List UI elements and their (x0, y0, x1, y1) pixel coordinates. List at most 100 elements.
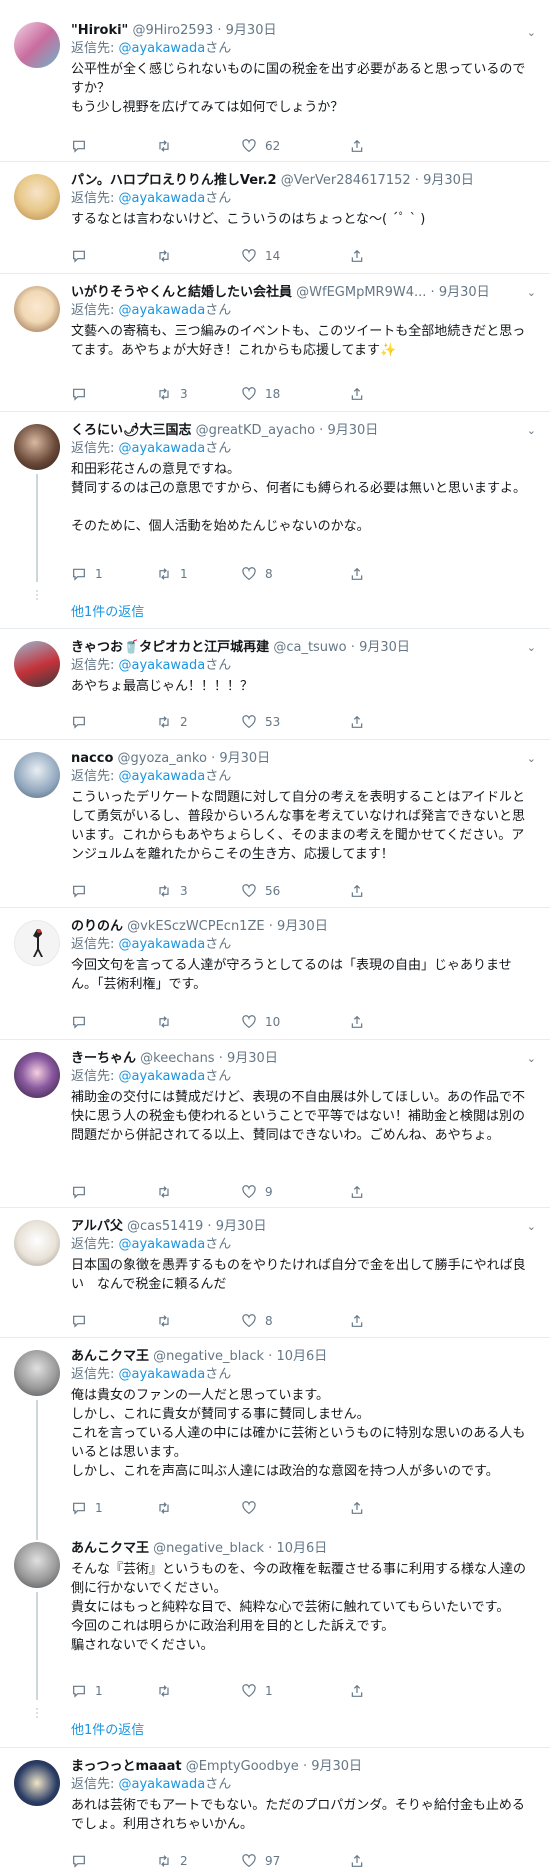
timestamp[interactable]: 9月30日 (216, 1219, 267, 1234)
reply-button[interactable] (71, 1012, 95, 1032)
avatar[interactable] (14, 1052, 60, 1098)
tweet[interactable]: あんこクマ王 @negative_black · 10月6日 返信先: @aya… (0, 1338, 550, 1530)
retweet-button[interactable]: 3 (156, 881, 188, 901)
show-more-replies-link[interactable]: 他1件の返信 (71, 601, 144, 620)
handle[interactable]: @negative_black (153, 1349, 264, 1364)
avatar[interactable] (14, 424, 60, 470)
retweet-button[interactable]: 2 (156, 712, 188, 732)
share-button[interactable] (349, 1311, 365, 1331)
avatar[interactable] (14, 1350, 60, 1396)
reply-button[interactable] (71, 136, 95, 156)
chevron-down-icon[interactable]: ⌄ (527, 424, 536, 437)
retweet-button[interactable]: 2 (156, 1851, 188, 1871)
timestamp[interactable]: 9月30日 (227, 1051, 278, 1066)
reply-mention[interactable]: @ayakawada (119, 937, 206, 952)
handle[interactable]: @VerVer284617152 (281, 173, 411, 188)
reply-mention[interactable]: @ayakawada (119, 191, 206, 206)
avatar[interactable] (14, 1542, 60, 1588)
reply-mention[interactable]: @ayakawada (119, 1237, 206, 1252)
chevron-down-icon[interactable]: ⌄ (527, 752, 536, 765)
reply-mention[interactable]: @ayakawada (119, 658, 206, 673)
reply-button[interactable]: 1 (71, 1498, 103, 1518)
handle[interactable]: @negative_black (153, 1541, 264, 1556)
chevron-down-icon[interactable]: ⌄ (527, 26, 536, 39)
handle[interactable]: @cas51419 (127, 1219, 203, 1234)
reply-mention[interactable]: @ayakawada (119, 769, 206, 784)
like-button[interactable]: 62 (241, 136, 280, 156)
reply-button[interactable] (71, 1311, 95, 1331)
retweet-button[interactable] (156, 246, 180, 266)
avatar[interactable] (14, 1760, 60, 1806)
share-button[interactable] (349, 1498, 365, 1518)
reply-button[interactable] (71, 712, 95, 732)
reply-mention[interactable]: @ayakawada (119, 303, 206, 318)
tweet[interactable]: きーちゃん @keechans · 9月30日 返信先: @ayakawadaさ… (0, 1040, 550, 1208)
retweet-button[interactable] (156, 1012, 180, 1032)
handle[interactable]: @gyoza_anko (118, 751, 207, 766)
display-name[interactable]: きーちゃん (71, 1051, 136, 1066)
share-button[interactable] (349, 136, 365, 156)
like-button[interactable]: 53 (241, 712, 280, 732)
timestamp[interactable]: 9月30日 (439, 285, 490, 300)
like-button[interactable]: 8 (241, 564, 273, 584)
handle[interactable]: @ca_tsuwo (273, 640, 346, 655)
tweet[interactable]: きゃつお🥤タピオカと江戸城再建 @ca_tsuwo · 9月30日 返信先: @… (0, 629, 550, 740)
retweet-button[interactable] (156, 136, 180, 156)
avatar[interactable] (14, 641, 60, 687)
avatar[interactable] (14, 174, 60, 220)
display-name[interactable]: まっつっとmaaat (71, 1759, 182, 1774)
tweet[interactable]: nacco @gyoza_anko · 9月30日 返信先: @ayakawad… (0, 740, 550, 908)
tweet[interactable]: のりのん @vkESczWCPEcn1ZE · 9月30日 返信先: @ayak… (0, 908, 550, 1040)
share-button[interactable] (349, 1182, 365, 1202)
like-button[interactable]: 56 (241, 881, 280, 901)
tweet[interactable]: くろにい🌶大三国志 @greatKD_ayacho · 9月30日 返信先: @… (0, 412, 550, 629)
avatar[interactable] (14, 920, 60, 966)
like-button[interactable]: 9 (241, 1182, 273, 1202)
share-button[interactable] (349, 564, 365, 584)
reply-mention[interactable]: @ayakawada (119, 441, 206, 456)
retweet-button[interactable]: 3 (156, 384, 188, 404)
reply-mention[interactable]: @ayakawada (119, 1777, 206, 1792)
chevron-down-icon[interactable]: ⌄ (527, 1220, 536, 1233)
reply-mention[interactable]: @ayakawada (119, 1069, 206, 1084)
chevron-down-icon[interactable]: ⌄ (527, 1052, 536, 1065)
display-name[interactable]: きゃつお🥤タピオカと江戸城再建 (71, 640, 269, 655)
like-button[interactable]: 1 (241, 1681, 273, 1701)
avatar[interactable] (14, 1220, 60, 1266)
chevron-down-icon[interactable]: ⌄ (527, 641, 536, 654)
share-button[interactable] (349, 1851, 365, 1871)
reply-button[interactable] (71, 1182, 95, 1202)
handle[interactable]: @WfEGMpMR9W4... (296, 285, 426, 300)
share-button[interactable] (349, 384, 365, 404)
timestamp[interactable]: 9月30日 (359, 640, 410, 655)
like-button[interactable]: 18 (241, 384, 280, 404)
timestamp[interactable]: 9月30日 (277, 919, 328, 934)
handle[interactable]: @greatKD_ayacho (196, 423, 315, 438)
timestamp[interactable]: 9月30日 (219, 751, 270, 766)
like-button[interactable]: 10 (241, 1012, 280, 1032)
avatar[interactable] (14, 752, 60, 798)
chevron-down-icon[interactable]: ⌄ (527, 286, 536, 299)
display-name[interactable]: のりのん (71, 919, 123, 934)
tweet[interactable]: パン。ハロプロえりりん推しVer.2 @VerVer284617152 · 9月… (0, 162, 550, 274)
tweet[interactable]: いがりそうやくんと結婚したい会社員 @WfEGMpMR9W4... · 9月30… (0, 274, 550, 412)
tweet[interactable]: "Hiroki" @9Hiro2593 · 9月30日 返信先: @ayakaw… (0, 0, 550, 162)
reply-button[interactable] (71, 384, 95, 404)
timestamp[interactable]: 10月6日 (276, 1349, 327, 1364)
display-name[interactable]: パン。ハロプロえりりん推しVer.2 (71, 173, 277, 188)
share-button[interactable] (349, 881, 365, 901)
reply-button[interactable]: 1 (71, 1681, 103, 1701)
display-name[interactable]: "Hiroki" (71, 23, 128, 38)
timestamp[interactable]: 9月30日 (226, 23, 277, 38)
like-button[interactable]: 14 (241, 246, 280, 266)
reply-button[interactable] (71, 1851, 95, 1871)
retweet-button[interactable] (156, 1182, 180, 1202)
avatar[interactable] (14, 22, 60, 68)
display-name[interactable]: アルパ父 (71, 1219, 123, 1234)
retweet-button[interactable] (156, 1681, 180, 1701)
display-name[interactable]: あんこクマ王 (71, 1541, 149, 1556)
reply-mention[interactable]: @ayakawada (119, 41, 206, 56)
retweet-button[interactable]: 1 (156, 564, 188, 584)
handle[interactable]: @keechans (140, 1051, 214, 1066)
share-button[interactable] (349, 246, 365, 266)
